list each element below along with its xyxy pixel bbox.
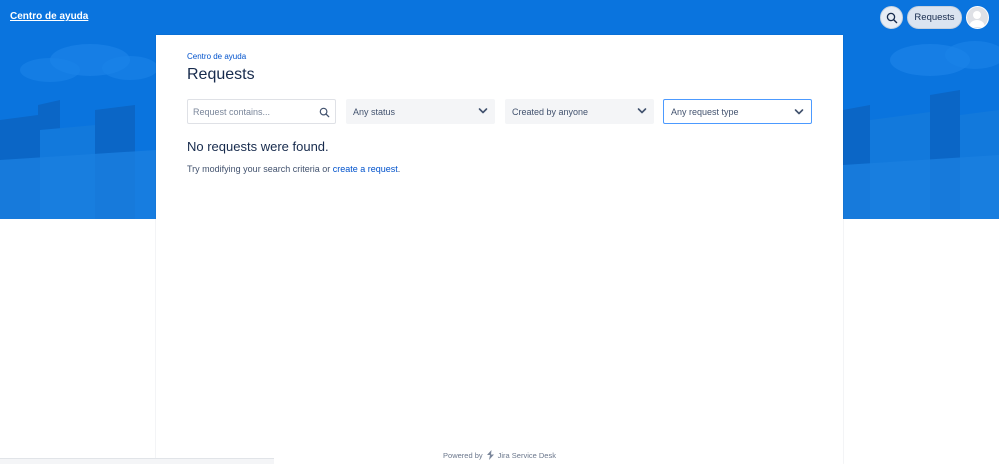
search-icon [886, 12, 897, 23]
chevron-down-icon [794, 109, 804, 115]
powered-by-label: Powered by [443, 450, 483, 460]
status-filter-value: Any status [353, 106, 396, 117]
status-strip [0, 458, 274, 464]
request-type-filter-value: Any request type [671, 106, 739, 117]
chevron-down-icon [637, 108, 647, 114]
jira-service-desk-link[interactable]: Jira Service Desk [498, 451, 556, 460]
request-search-input[interactable] [193, 106, 313, 117]
top-navigation: Centro de ayuda Requests [0, 0, 999, 35]
jira-service-desk-icon [486, 450, 494, 460]
main-panel: Centro de ayuda Requests Any status Crea… [156, 35, 843, 464]
request-search-field[interactable] [187, 99, 336, 124]
status-filter-select[interactable]: Any status [346, 99, 495, 124]
empty-state-text: Try modifying your search criteria or [187, 164, 333, 174]
create-request-link[interactable]: create a request [333, 164, 398, 174]
empty-state-suffix: . [397, 164, 401, 174]
page-title: Requests [187, 66, 255, 83]
empty-state-description: Try modifying your search criteria or cr… [187, 164, 400, 174]
empty-state-title: No requests were found. [187, 139, 329, 154]
request-type-filter-select[interactable]: Any request type [663, 99, 812, 124]
help-center-link[interactable]: Centro de ayuda [10, 11, 88, 22]
chevron-down-icon [478, 108, 488, 114]
breadcrumb-help-center[interactable]: Centro de ayuda [187, 52, 246, 61]
user-avatar-icon [967, 7, 987, 28]
requests-button[interactable]: Requests [907, 6, 962, 29]
creator-filter-select[interactable]: Created by anyone [505, 99, 654, 124]
search-icon [319, 107, 330, 118]
user-avatar[interactable] [966, 6, 989, 29]
search-button[interactable] [880, 6, 903, 29]
creator-filter-value: Created by anyone [512, 106, 589, 117]
